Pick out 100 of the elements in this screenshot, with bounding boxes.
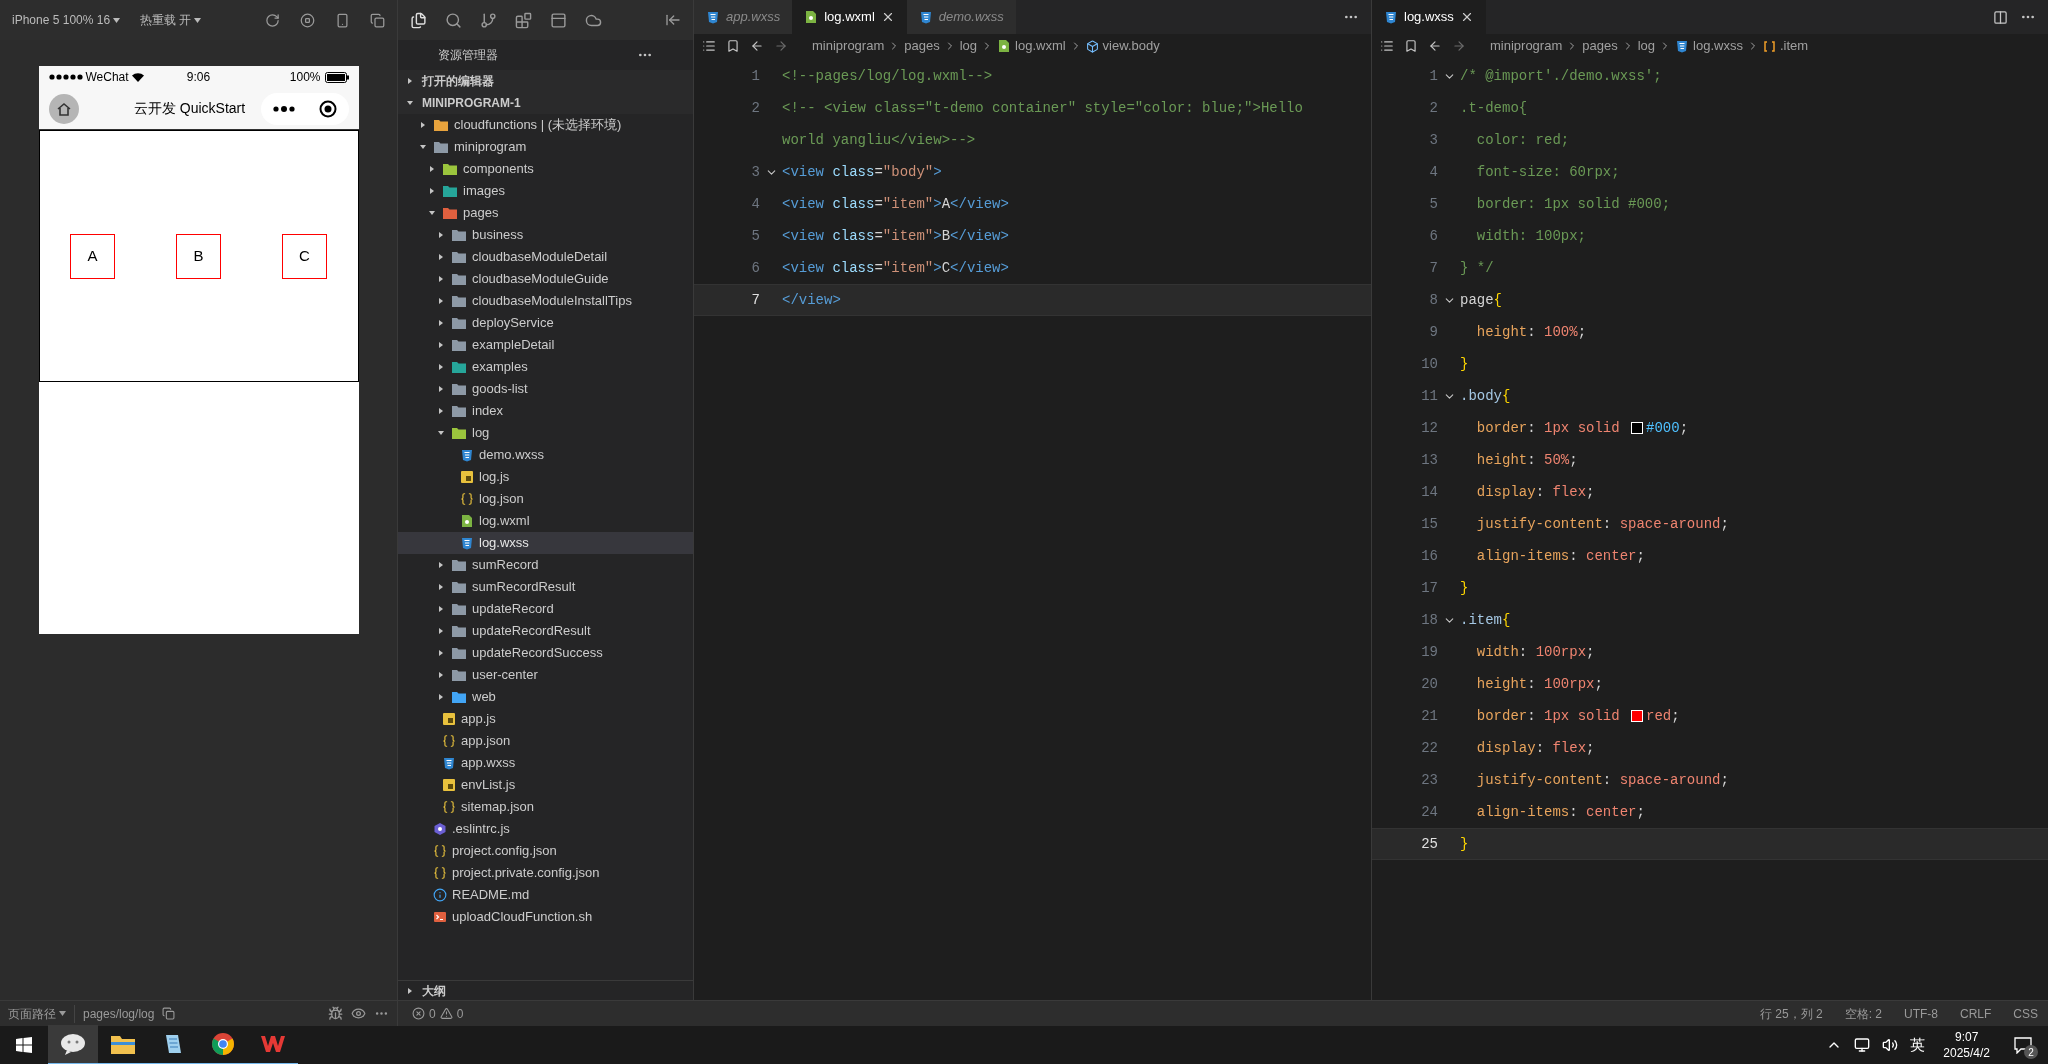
tree-item[interactable]: examples — [398, 356, 693, 378]
breadcrumb-item[interactable]: log — [1637, 36, 1656, 56]
more-icon[interactable] — [272, 105, 295, 112]
language-mode[interactable]: CSS — [2013, 1004, 2038, 1023]
warning-count[interactable]: 0 — [456, 1004, 464, 1023]
encoding[interactable]: UTF-8 — [1903, 1004, 1938, 1023]
tree-item[interactable]: cloudbaseModuleDetail — [398, 246, 693, 268]
tree-item[interactable]: updateRecordResult — [398, 620, 693, 642]
tree-item[interactable]: uploadCloudFunction.sh — [398, 906, 693, 928]
breadcrumb-item[interactable]: pages — [904, 36, 940, 56]
breadcrumb-item[interactable]: pages — [1582, 36, 1618, 56]
notification-icon[interactable] — [2014, 1036, 2032, 1054]
tree-item[interactable]: README.md — [398, 884, 693, 906]
tree-item[interactable]: sitemap.json — [398, 796, 693, 818]
forward-icon[interactable] — [774, 39, 788, 53]
list-icon[interactable] — [702, 39, 716, 53]
tree-item[interactable]: envList.js — [398, 774, 693, 796]
tree-item[interactable]: project.config.json — [398, 840, 693, 862]
windows-icon[interactable] — [370, 12, 385, 28]
split-editor-icon[interactable] — [1993, 9, 2008, 25]
breadcrumb-item[interactable]: log — [959, 36, 978, 56]
tree-item[interactable]: index — [398, 400, 693, 422]
bug-icon[interactable] — [328, 1006, 343, 1021]
cursor-position[interactable]: 行 25，列 2 — [1759, 1004, 1823, 1023]
tree-item[interactable]: goods-list — [398, 378, 693, 400]
bookmark-icon[interactable] — [1404, 39, 1418, 53]
tree-item[interactable]: exampleDetail — [398, 334, 693, 356]
taskbar-app[interactable] — [48, 1025, 98, 1064]
tree-item[interactable]: images — [398, 180, 693, 202]
eye-icon[interactable] — [351, 1006, 366, 1021]
device-selector[interactable]: iPhone 5 100% 16 — [12, 11, 121, 29]
color-swatch[interactable] — [1631, 422, 1644, 434]
tree-item[interactable]: cloudfunctions | (未选择环境) — [398, 114, 693, 136]
tree-item[interactable]: log.wxml — [398, 510, 693, 532]
back-icon[interactable] — [750, 39, 764, 53]
editor-tab[interactable]: demo.wxss — [906, 0, 1016, 34]
breadcrumb-item[interactable]: log.wxss — [1693, 36, 1743, 56]
tree-item[interactable]: user-center — [398, 664, 693, 686]
stylesheet-icon — [460, 448, 474, 462]
extensions-icon[interactable] — [515, 11, 532, 29]
refresh-icon[interactable] — [265, 12, 280, 28]
tree-item[interactable]: demo.wxss — [398, 444, 693, 466]
copy-icon[interactable] — [162, 1007, 176, 1020]
collapse-icon[interactable] — [665, 12, 681, 28]
network-icon[interactable] — [1854, 1037, 1871, 1053]
branch-icon[interactable] — [480, 11, 497, 29]
tree-item[interactable]: components — [398, 158, 693, 180]
tree-item[interactable]: log — [398, 422, 693, 444]
line-number: 6 — [1428, 226, 1438, 246]
capsule-menu[interactable] — [260, 92, 349, 125]
tree-item[interactable]: log.json — [398, 488, 693, 510]
page-path-selector[interactable]: 页面路径 — [8, 1004, 66, 1023]
panel-icon[interactable] — [550, 11, 567, 29]
phone-icon[interactable] — [335, 12, 350, 28]
error-count[interactable]: 0 — [429, 1004, 436, 1023]
tree-item[interactable]: log.js — [398, 466, 693, 488]
close-target-icon[interactable] — [318, 99, 337, 118]
breadcrumb-item[interactable]: miniprogram — [812, 36, 885, 56]
tree-item[interactable]: cloudbaseModuleGuide — [398, 268, 693, 290]
home-button[interactable] — [48, 93, 79, 124]
tree-item[interactable]: updateRecord — [398, 598, 693, 620]
hot-reload-toggle[interactable]: 热重载 开 — [140, 11, 202, 29]
bookmark-icon[interactable] — [726, 39, 740, 53]
editor-tab[interactable]: app.wxss — [694, 0, 793, 34]
tree-item[interactable]: pages — [398, 202, 693, 224]
tree-item[interactable]: project.private.config.json — [398, 862, 693, 884]
breadcrumb-item[interactable]: view.body — [1102, 36, 1160, 56]
back-icon[interactable] — [1428, 39, 1442, 53]
line-ending[interactable]: CRLF — [1959, 1004, 1992, 1023]
tree-item[interactable]: miniprogram — [398, 136, 693, 158]
section-header[interactable]: MINIPROGRAM-1 — [398, 92, 693, 114]
search-icon[interactable] — [445, 11, 462, 29]
indentation[interactable]: 空格: 2 — [1844, 1004, 1882, 1023]
breadcrumb-item[interactable]: log.wxml — [1015, 36, 1066, 56]
tree-item[interactable]: sumRecord — [398, 554, 693, 576]
tree-item[interactable]: app.wxss — [398, 752, 693, 774]
tree-item[interactable]: updateRecordSuccess — [398, 642, 693, 664]
color-swatch[interactable] — [1631, 710, 1644, 722]
input-method[interactable]: 英 — [1910, 1033, 1926, 1057]
tree-item[interactable]: sumRecordResult — [398, 576, 693, 598]
files-icon[interactable] — [410, 11, 427, 29]
editor-tab[interactable]: log.wxss — [1372, 0, 1486, 34]
stop-icon[interactable] — [300, 12, 315, 28]
forward-icon[interactable] — [1452, 39, 1466, 53]
tree-item[interactable]: app.js — [398, 708, 693, 730]
tree-item[interactable]: cloudbaseModuleInstallTips — [398, 290, 693, 312]
tree-item[interactable]: log.wxss — [398, 532, 693, 554]
tree-item[interactable]: web — [398, 686, 693, 708]
tree-item[interactable]: business — [398, 224, 693, 246]
breadcrumb-item[interactable]: .item — [1779, 36, 1809, 56]
section-header[interactable]: 打开的编辑器 — [398, 70, 693, 92]
list-icon[interactable] — [1380, 39, 1394, 53]
breadcrumb-item[interactable]: miniprogram — [1490, 36, 1563, 56]
tree-item[interactable]: .eslintrc.js — [398, 818, 693, 840]
editor-tab[interactable]: log.wxml — [792, 0, 907, 34]
code-text: </view> — [782, 290, 841, 310]
volume-icon[interactable] — [1882, 1037, 1899, 1053]
tree-item[interactable]: deployService — [398, 312, 693, 334]
clock[interactable]: 9:07 2025/4/2 — [1937, 1029, 1996, 1061]
tree-item[interactable]: app.json — [398, 730, 693, 752]
